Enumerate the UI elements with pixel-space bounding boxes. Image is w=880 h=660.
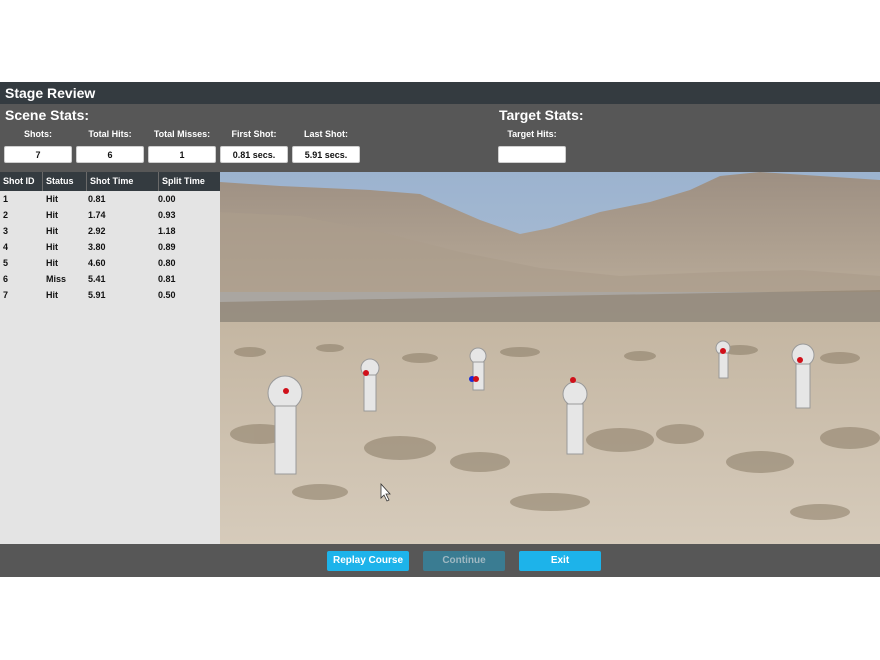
- hit-marker: [363, 370, 369, 376]
- table-row[interactable]: 4 Hit 3.80 0.89: [0, 239, 220, 255]
- status-cell: Hit: [46, 242, 58, 252]
- shot-time-cell: 3.80: [88, 242, 106, 252]
- footer-bar: Replay Course Continue Exit: [0, 544, 880, 577]
- first-shot-value: 0.81 secs.: [220, 146, 288, 163]
- shot-id-cell: 7: [3, 290, 9, 300]
- shot-time-cell: 0.81: [88, 194, 106, 204]
- header-status: Status: [43, 172, 87, 191]
- status-cell: Miss: [46, 274, 67, 284]
- split-time-cell: 1.18: [158, 226, 176, 236]
- status-cell: Hit: [46, 226, 58, 236]
- scene-stats-title: Scene Stats:: [5, 107, 90, 123]
- total-misses-stat: Total Misses: 1: [148, 129, 216, 165]
- shot-id-cell: 4: [3, 242, 9, 252]
- shot-time-cell: 5.41: [88, 274, 106, 284]
- shot-time-cell: 5.91: [88, 290, 106, 300]
- header-shot-time: Shot Time: [87, 172, 159, 191]
- shot-time-cell: 4.60: [88, 258, 106, 268]
- split-time-cell: 0.93: [158, 210, 176, 220]
- exit-button[interactable]: Exit: [519, 551, 601, 571]
- first-shot-label: First Shot:: [231, 129, 277, 139]
- shot-id-cell: 5: [3, 258, 9, 268]
- shot-time-cell: 2.92: [88, 226, 106, 236]
- window-title: Stage Review: [0, 82, 880, 104]
- stage-review-window: Stage Review Scene Stats: Shots: 7 Total…: [0, 82, 880, 577]
- split-time-cell: 0.80: [158, 258, 176, 268]
- split-time-cell: 0.89: [158, 242, 176, 252]
- last-shot-value: 5.91 secs.: [292, 146, 360, 163]
- range-scene-image: [220, 172, 880, 544]
- shots-stat: Shots: 7: [4, 129, 72, 165]
- replay-course-button[interactable]: Replay Course: [327, 551, 409, 571]
- shots-value: 7: [4, 146, 72, 163]
- steel-target: [562, 377, 588, 455]
- status-cell: Hit: [46, 194, 58, 204]
- hit-marker: [473, 376, 479, 382]
- split-time-cell: 0.50: [158, 290, 176, 300]
- target-hits-value: [498, 146, 566, 163]
- first-shot-stat: First Shot: 0.81 secs.: [220, 129, 288, 165]
- hit-marker: [283, 388, 289, 394]
- split-time-cell: 0.81: [158, 274, 176, 284]
- target-hits-stat: Target Hits:: [498, 129, 566, 165]
- hit-marker: [797, 357, 803, 363]
- hit-marker: [720, 348, 726, 354]
- table-row[interactable]: 1 Hit 0.81 0.00: [0, 191, 220, 207]
- steel-target: [360, 358, 380, 412]
- table-row[interactable]: 7 Hit 5.91 0.50: [0, 287, 220, 303]
- header-split-time: Split Time: [162, 176, 205, 186]
- table-row[interactable]: 6 Miss 5.41 0.81: [0, 271, 220, 287]
- table-row[interactable]: 2 Hit 1.74 0.93: [0, 207, 220, 223]
- header-shot-id: Shot ID: [0, 172, 43, 191]
- shot-id-cell: 3: [3, 226, 9, 236]
- shot-id-cell: 1: [3, 194, 9, 204]
- status-cell: Hit: [46, 210, 58, 220]
- total-hits-stat: Total Hits: 6: [76, 129, 144, 165]
- table-row[interactable]: 3 Hit 2.92 1.18: [0, 223, 220, 239]
- stats-panel: Scene Stats: Shots: 7 Total Hits: 6 Tota…: [0, 104, 880, 172]
- total-misses-value: 1: [148, 146, 216, 163]
- hit-marker: [570, 377, 576, 383]
- shots-label: Shots:: [24, 129, 52, 139]
- target-stats-title: Target Stats:: [499, 107, 584, 123]
- shot-id-cell: 2: [3, 210, 9, 220]
- shot-time-cell: 1.74: [88, 210, 106, 220]
- table-row[interactable]: 5 Hit 4.60 0.80: [0, 255, 220, 271]
- range-scene-view[interactable]: [220, 172, 880, 544]
- target-hits-label: Target Hits:: [507, 129, 557, 139]
- continue-button[interactable]: Continue: [423, 551, 505, 571]
- shot-list-panel: Shot ID Status Shot Time Split Time 1 Hi…: [0, 172, 220, 544]
- last-shot-stat: Last Shot: 5.91 secs.: [292, 129, 360, 165]
- shot-id-cell: 6: [3, 274, 9, 284]
- total-misses-label: Total Misses:: [153, 129, 211, 139]
- status-cell: Hit: [46, 290, 58, 300]
- split-time-cell: 0.00: [158, 194, 176, 204]
- total-hits-label: Total Hits:: [88, 129, 132, 139]
- last-shot-label: Last Shot:: [304, 129, 348, 139]
- status-cell: Hit: [46, 258, 58, 268]
- total-hits-value: 6: [76, 146, 144, 163]
- shot-table-header: Shot ID Status Shot Time Split Time: [0, 172, 220, 191]
